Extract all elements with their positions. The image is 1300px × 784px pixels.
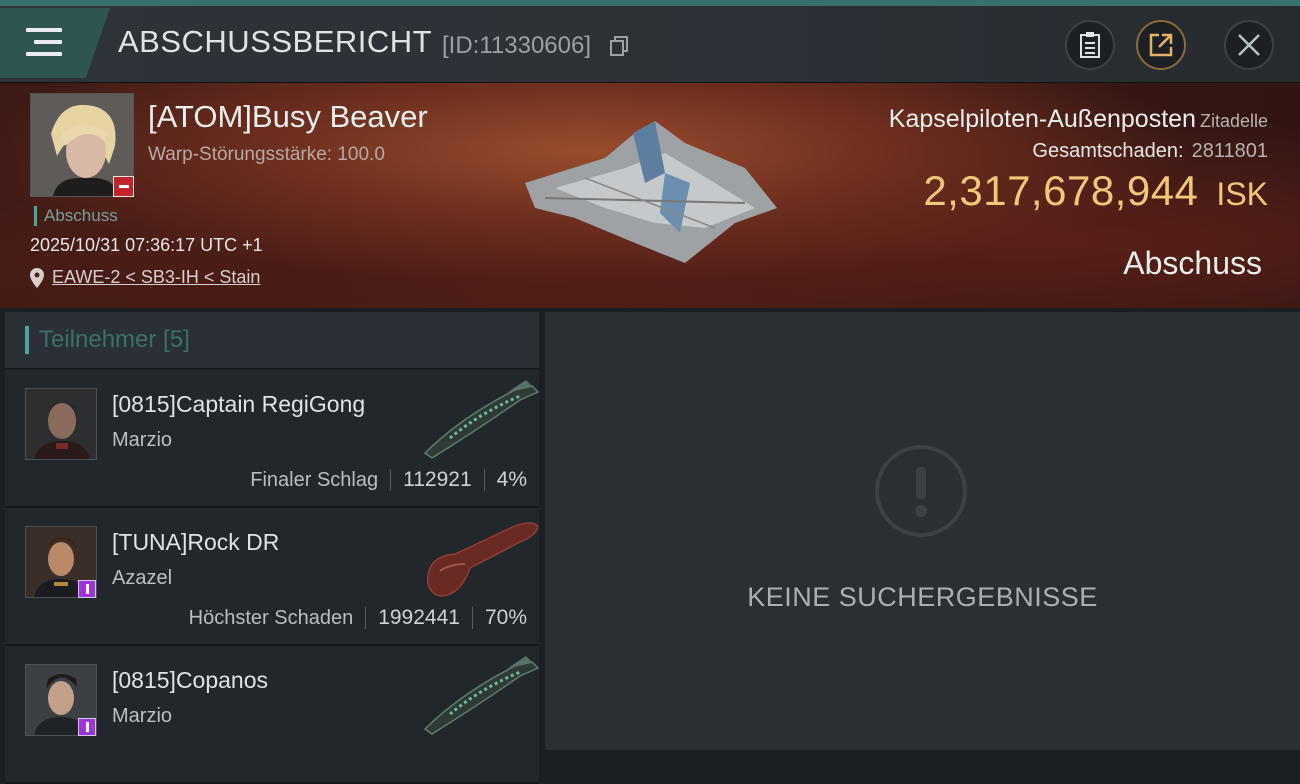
participant-name[interactable]: [0815]Copanos (112, 667, 268, 694)
share-icon (1149, 33, 1173, 57)
ship-icon-azazel (427, 522, 539, 597)
stats-divider (390, 469, 392, 491)
close-button[interactable] (1224, 20, 1274, 70)
victim-structure-image (525, 121, 777, 263)
menu-icon (26, 28, 62, 64)
participant-portrait-image (26, 389, 96, 459)
participants-tab-label: Teilnehmer [5] (39, 326, 190, 353)
victim-status-badge (113, 176, 134, 197)
participant-row[interactable]: [TUNA]Rock DR Azazel Höchster Schaden 19… (5, 508, 539, 646)
stats-divider (483, 469, 485, 491)
page-title: ABSCHUSSBERICHT (118, 24, 433, 59)
avatar[interactable] (25, 388, 97, 460)
participant-name[interactable]: [TUNA]Rock DR (112, 529, 279, 556)
header-bar: ABSCHUSSBERICHT [ID:11330606] (0, 6, 1300, 83)
participant-row[interactable]: [0815]Captain RegiGong Marzio Finaler Sc… (5, 370, 540, 508)
participant-stats: Finaler Schlag 112921 4% (250, 468, 527, 492)
stats-divider (365, 607, 367, 629)
ship-icon-marzio (423, 380, 540, 459)
close-icon (1238, 34, 1260, 56)
participant-percent: 4% (496, 468, 527, 491)
kill-summary-banner: [ATOM]Busy Beaver Warp-Störungsstärke: 1… (0, 83, 1300, 308)
participant-damage: 112921 (403, 468, 472, 491)
isk-value: 2,317,678,944 (923, 167, 1199, 214)
exclamation-icon (875, 445, 967, 537)
victim-ship-class: Zitadelle (1199, 111, 1268, 131)
kill-location[interactable]: EAWE-2 < SB3-IH < Stain (30, 267, 260, 288)
report-id: [ID:11330606] (442, 32, 592, 59)
info-badge (78, 580, 96, 598)
participant-percent: 70% (484, 606, 527, 629)
participant-role: Höchster Schaden (188, 606, 354, 629)
participant-role: Finaler Schlag (250, 468, 379, 491)
clipboard-button[interactable] (1065, 20, 1115, 70)
participant-damage: 1992441 (378, 606, 460, 629)
stats-divider (471, 607, 473, 629)
victim-ship-name[interactable]: Kapselpiloten-Außenposten (889, 105, 1196, 133)
kill-type-tag: Abschuss (34, 206, 118, 226)
share-button[interactable] (1136, 20, 1186, 70)
participant-ship: Azazel (112, 567, 173, 589)
copy-icon[interactable] (610, 36, 628, 56)
tab-participants[interactable]: Teilnehmer [5] (5, 312, 539, 369)
total-damage-label: Gesamtschaden: (1032, 140, 1184, 162)
tab-indicator (25, 326, 29, 354)
participant-ship: Marzio (112, 429, 173, 451)
participants-list: [0815]Captain RegiGong Marzio Finaler Sc… (5, 370, 540, 784)
kill-result: Abschuss (1123, 245, 1262, 281)
clipboard-icon (1080, 32, 1100, 58)
info-badge (78, 718, 96, 736)
participants-panel: Teilnehmer [5] [0815]Captain RegiGong Ma… (5, 312, 540, 784)
kill-value-info: Kapselpiloten-Außenposten Zitadelle Gesam… (889, 105, 1268, 215)
participant-name[interactable]: [0815]Captain RegiGong (112, 391, 365, 418)
participant-stats: Höchster Schaden 1992441 70% (189, 606, 527, 630)
location-pin-icon (30, 267, 44, 288)
victim-name[interactable]: [ATOM]Busy Beaver (148, 99, 428, 135)
location-link[interactable]: EAWE-2 < SB3-IH < Stain (52, 267, 260, 288)
kill-datetime: 2025/10/31 07:36:17 UTC +1 (30, 235, 263, 255)
empty-state-text: KEINE SUCHERGEBNISSE (747, 582, 1098, 612)
warp-disruption-strength: Warp-Störungsstärke: 100.0 (148, 144, 385, 165)
isk-unit: ISK (1216, 176, 1268, 212)
participant-ship: Marzio (112, 705, 173, 727)
detail-panel: KEINE SUCHERGEBNISSE (545, 312, 1300, 750)
participant-row[interactable]: [0815]Copanos Marzio (5, 646, 540, 784)
total-damage-value: 2811801 (1191, 140, 1268, 162)
ship-icon-marzio (423, 656, 540, 735)
menu-button[interactable] (0, 8, 110, 78)
